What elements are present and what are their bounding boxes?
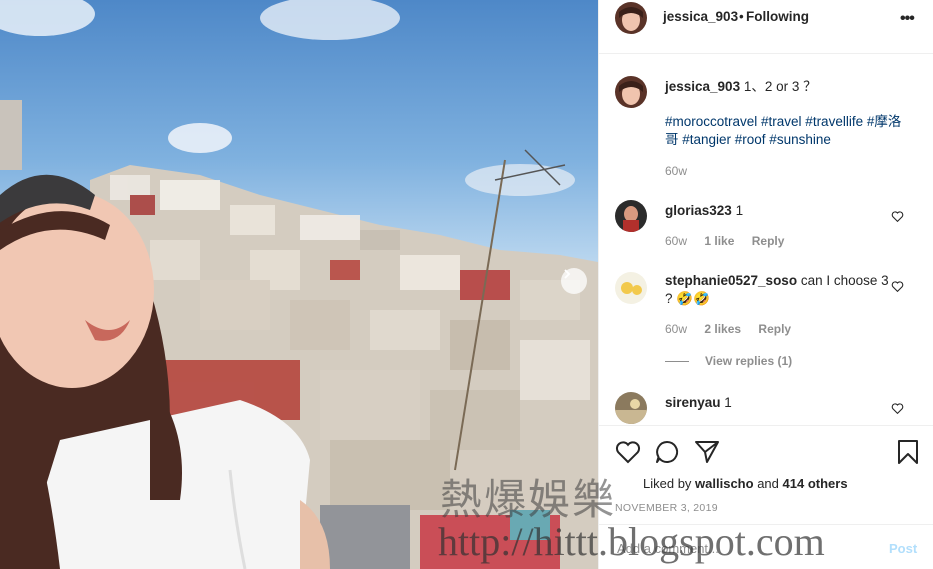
liked-user-link[interactable]: wallischo: [695, 476, 754, 491]
like-comment-heart-icon[interactable]: [891, 210, 904, 223]
caption-text: 1、2 or 3 ？: [743, 79, 817, 94]
caption-hashtags[interactable]: #moroccotravel #travel #travellife #摩洛哥 …: [665, 113, 910, 149]
following-button[interactable]: Following: [746, 9, 809, 24]
author-username[interactable]: jessica_903: [663, 9, 738, 24]
post-date[interactable]: NOVEMBER 3, 2019: [615, 502, 718, 514]
comment-username[interactable]: sirenyau: [665, 395, 721, 410]
reply-button[interactable]: Reply: [758, 322, 791, 336]
avatar-image: [615, 2, 647, 34]
share-paper-plane-icon[interactable]: [694, 439, 720, 465]
watermark-url: http://hittt.blogspot.com: [438, 519, 825, 564]
comment-username[interactable]: glorias323: [665, 203, 732, 218]
liked-prefix: Liked by: [643, 476, 692, 491]
more-dots-icon[interactable]: •••: [900, 10, 915, 28]
comment-likes[interactable]: 2 likes: [704, 322, 741, 336]
liked-and: and: [757, 476, 779, 491]
caption-avatar[interactable]: [615, 76, 647, 108]
comment-row: glorias323 1: [665, 202, 895, 220]
comment-text: 1: [735, 203, 744, 218]
comment-text: 1: [724, 395, 732, 410]
comment-age: 60w: [665, 234, 688, 248]
caption: jessica_903 1、2 or 3 ？: [665, 78, 915, 96]
caption-username[interactable]: jessica_903: [665, 79, 740, 94]
author-avatar[interactable]: [615, 2, 647, 34]
avatar-image: [615, 272, 647, 304]
avatar-image: [615, 76, 647, 108]
commenter-avatar[interactable]: [615, 200, 647, 232]
view-replies-button[interactable]: View replies (1): [665, 354, 792, 368]
comment-meta: 60w 2 likes Reply: [665, 322, 791, 336]
liked-by-text: Liked by wallischo and 414 others: [643, 476, 848, 491]
like-heart-icon[interactable]: [615, 439, 641, 465]
comment-bubble-icon[interactable]: [654, 439, 680, 465]
reply-button[interactable]: Reply: [752, 234, 785, 248]
like-comment-heart-icon[interactable]: [891, 402, 904, 415]
post-sidebar: jessica_903 • Following ••• jessica_903 …: [598, 0, 933, 569]
comment-likes[interactable]: 1 like: [704, 234, 734, 248]
bookmark-icon[interactable]: [895, 439, 921, 465]
comment-row: stephanie0527_soso can I choose 3 ? 🤣🤣: [665, 272, 890, 308]
separator-dot: •: [739, 9, 744, 24]
comment-meta: 60w 1 like Reply: [665, 234, 784, 248]
post-header: jessica_903 • Following •••: [599, 0, 933, 54]
avatar-image: [615, 392, 647, 424]
comments-list[interactable]: jessica_903 1、2 or 3 ？ #moroccotravel #t…: [599, 54, 933, 425]
chevron-right-icon: [564, 269, 571, 279]
comment-row: sirenyau 1: [665, 394, 895, 412]
comment-age: 60w: [665, 322, 688, 336]
caption-age: 60w: [665, 164, 688, 178]
next-photo-button[interactable]: [561, 268, 587, 294]
like-comment-heart-icon[interactable]: [891, 280, 904, 293]
liked-others-link[interactable]: 414 others: [783, 476, 848, 491]
post-comment-button[interactable]: Post: [889, 541, 917, 556]
commenter-avatar[interactable]: [615, 392, 647, 424]
commenter-avatar[interactable]: [615, 272, 647, 304]
avatar-image: [615, 200, 647, 232]
comment-username[interactable]: stephanie0527_soso: [665, 273, 797, 288]
